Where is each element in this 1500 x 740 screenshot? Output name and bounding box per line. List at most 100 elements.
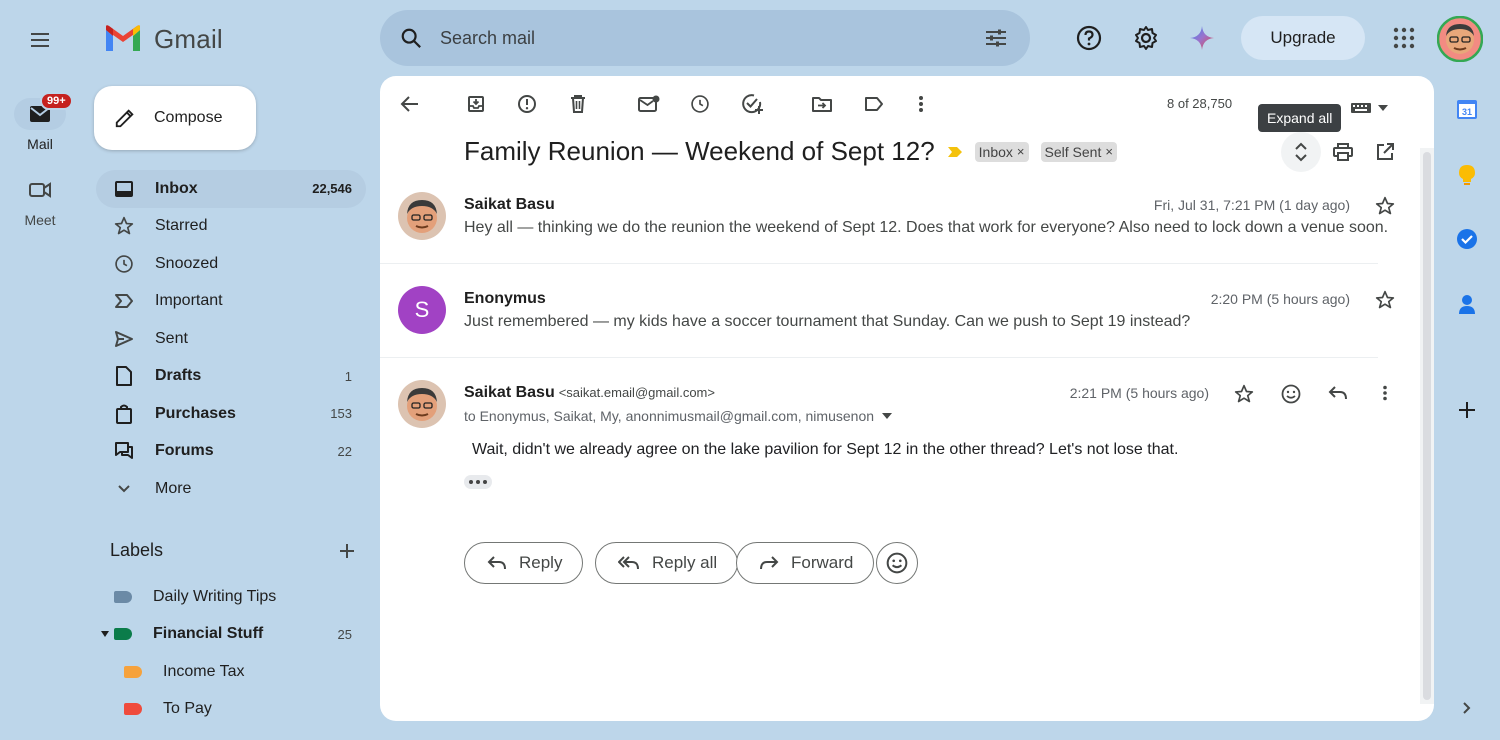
label-item-daily-writing-tips[interactable]: Daily Writing Tips — [96, 578, 366, 616]
avatar-letter: S — [414, 297, 430, 322]
avatar-face-icon — [398, 192, 446, 240]
nav-count: 1 — [344, 368, 352, 384]
label-name: Income Tax — [163, 662, 245, 680]
forum-icon — [115, 442, 133, 460]
show-trimmed-content-button[interactable] — [464, 475, 492, 489]
nav-item-forums[interactable]: Forums 22 — [96, 433, 366, 471]
label-count: 25 — [337, 626, 352, 642]
nav-label: Purchases — [155, 404, 236, 422]
print-button[interactable] — [1323, 132, 1363, 172]
compose-button[interactable]: Compose — [94, 86, 256, 150]
labels-button[interactable] — [854, 84, 894, 124]
nav-label: More — [155, 479, 192, 497]
scrollbar-thumb[interactable] — [1423, 152, 1431, 700]
input-tools-button[interactable] — [1350, 102, 1388, 114]
nav-item-important[interactable]: Important — [96, 283, 366, 321]
message-collapsed[interactable]: Saikat Basu Fri, Jul 31, 7:21 PM (1 day … — [380, 180, 1420, 264]
plus-icon[interactable] — [338, 542, 356, 560]
archive-icon — [468, 96, 484, 112]
contacts-app-button[interactable] — [1452, 290, 1482, 320]
settings-button[interactable] — [1126, 18, 1166, 58]
reply-all-button[interactable]: Reply all — [595, 542, 739, 584]
calendar-icon: 31 — [1457, 100, 1477, 119]
print-icon — [1333, 143, 1353, 161]
forward-button[interactable]: Forward — [736, 542, 875, 584]
reply-all-label: Reply all — [652, 553, 718, 572]
menu-icon — [31, 33, 49, 47]
nav-item-sent[interactable]: Sent — [96, 320, 366, 358]
caret-down-icon[interactable] — [100, 630, 110, 638]
tasks-app-button[interactable] — [1452, 224, 1482, 254]
star-icon[interactable] — [1375, 290, 1395, 310]
label-item-income-tax[interactable]: Income Tax — [96, 653, 366, 691]
emoji-reaction-icon[interactable] — [1281, 384, 1301, 404]
thread-toolbar: 8 of 28,750 Expand all — [380, 84, 1434, 132]
help-button[interactable] — [1069, 18, 1109, 58]
add-task-button[interactable] — [732, 84, 772, 124]
calendar-app-button[interactable]: 31 — [1452, 94, 1482, 124]
apps-button[interactable] — [1384, 18, 1424, 58]
nav-item-snoozed[interactable]: Snoozed — [96, 245, 366, 283]
emoji-reaction-button[interactable] — [876, 542, 918, 584]
label-item-financial-stuff[interactable]: Financial Stuff 25 — [96, 616, 366, 654]
nav-label: Snoozed — [155, 254, 219, 272]
search-options-button[interactable] — [976, 18, 1016, 58]
recipients-line[interactable]: to Enonymus, Saikat, My, anonnimusmail@g… — [464, 408, 893, 424]
nav-item-drafts[interactable]: Drafts 1 — [96, 358, 366, 396]
trash-icon — [571, 95, 585, 113]
rail-meet-label: Meet — [24, 212, 56, 228]
label-icon — [114, 628, 132, 641]
search-icon[interactable] — [400, 27, 422, 49]
chip-close-icon[interactable]: × — [1017, 144, 1025, 159]
app-name: Gmail — [154, 23, 223, 54]
main-menu-button[interactable] — [22, 22, 58, 58]
star-icon[interactable] — [1234, 384, 1254, 404]
nav-item-inbox[interactable]: Inbox 22,546 — [96, 170, 366, 208]
inbox-icon — [115, 180, 133, 197]
upgrade-button[interactable]: Upgrade — [1241, 16, 1365, 60]
mark-unread-button[interactable] — [629, 84, 669, 124]
archive-button[interactable] — [456, 84, 496, 124]
gmail-logo[interactable]: Gmail — [104, 22, 223, 56]
chip-close-icon[interactable]: × — [1105, 144, 1113, 159]
rail-meet[interactable]: Meet — [5, 174, 75, 228]
reply-button[interactable]: Reply — [464, 542, 584, 584]
back-button[interactable] — [390, 84, 430, 124]
nav-item-starred[interactable]: Starred — [96, 208, 366, 246]
star-icon — [114, 217, 134, 235]
label-chip-self-sent: Self Sent × — [1040, 141, 1117, 162]
reply-icon[interactable] — [1328, 385, 1348, 401]
account-avatar[interactable] — [1437, 16, 1483, 62]
message-snippet: Just remembered — my kids have a soccer … — [464, 313, 1191, 330]
search-input[interactable] — [440, 27, 976, 49]
more-options-button[interactable] — [901, 84, 941, 124]
expand-all-button[interactable] — [1281, 132, 1321, 172]
important-marker-icon[interactable] — [947, 146, 963, 158]
video-camera-icon — [29, 182, 51, 198]
open-new-window-button[interactable] — [1365, 132, 1405, 172]
label-item-to-pay[interactable]: To Pay — [96, 691, 366, 729]
gmail-m-icon — [106, 25, 140, 51]
arrow-back-icon — [400, 96, 418, 112]
nav-item-more[interactable]: More — [96, 470, 366, 508]
more-vert-icon[interactable] — [1382, 385, 1388, 401]
thread-subject: Family Reunion — Weekend of Sept 12? — [464, 136, 935, 166]
delete-button[interactable] — [558, 84, 598, 124]
star-icon[interactable] — [1375, 196, 1395, 216]
get-addons-button[interactable] — [1452, 395, 1482, 425]
forward-icon — [760, 556, 779, 570]
rail-mail[interactable]: 99+ Mail — [5, 92, 75, 152]
move-to-button[interactable] — [802, 84, 842, 124]
scrollbar[interactable] — [1420, 148, 1434, 704]
gemini-button[interactable] — [1182, 18, 1222, 58]
chip-label: Inbox — [978, 143, 1013, 160]
nav-item-purchases[interactable]: Purchases 153 — [96, 395, 366, 433]
message-collapsed[interactable]: S Enonymus 2:20 PM (5 hours ago) Just re… — [380, 274, 1420, 358]
sender-name: Enonymus — [464, 290, 546, 307]
clock-icon — [691, 95, 709, 113]
keep-app-button[interactable] — [1452, 160, 1482, 190]
show-side-panel-button[interactable] — [1452, 693, 1482, 723]
labels-list: Daily Writing Tips Financial Stuff 25 In… — [96, 578, 366, 728]
snooze-button[interactable] — [680, 84, 720, 124]
report-spam-button[interactable] — [507, 84, 547, 124]
